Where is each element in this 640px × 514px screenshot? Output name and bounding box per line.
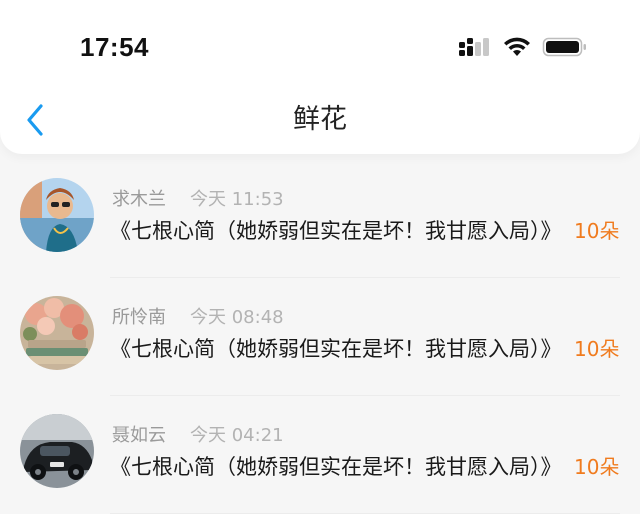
sender-name: 聂如云 — [112, 425, 166, 446]
header: 17:54 鲜花 — [0, 0, 640, 154]
wifi-icon — [504, 37, 530, 56]
status-time: 17:54 — [80, 32, 149, 62]
status-bar: 17:54 — [0, 0, 640, 94]
flower-count: 10朵 — [574, 337, 620, 361]
send-time: 今天 04:21 — [190, 425, 284, 446]
list-item[interactable]: 聂如云 今天 04:21 《七根心简（她娇弱但实在是坏！我甘愿入局）》 10朵 — [0, 396, 640, 514]
nav-bar: 鲜花 — [0, 94, 640, 154]
avatar[interactable] — [20, 296, 94, 370]
page-title: 鲜花 — [293, 104, 347, 135]
avatar[interactable] — [20, 414, 94, 488]
cellular-signal-icon — [459, 38, 489, 56]
message-text: 《七根心简（她娇弱但实在是坏！我甘愿入局）》 — [110, 219, 562, 243]
flower-count: 10朵 — [574, 219, 620, 243]
sender-name: 求木兰 — [112, 189, 166, 210]
list-item[interactable]: 求木兰 今天 11:53 《七根心简（她娇弱但实在是坏！我甘愿入局）》 10朵 — [0, 160, 640, 278]
flower-count: 10朵 — [574, 455, 620, 479]
message-text: 《七根心简（她娇弱但实在是坏！我甘愿入局）》 — [110, 337, 562, 361]
battery-icon — [542, 37, 586, 57]
avatar-photo-woman — [20, 178, 94, 252]
avatar-photo-car — [20, 414, 94, 488]
send-time: 今天 11:53 — [190, 189, 284, 210]
message-text: 《七根心简（她娇弱但实在是坏！我甘愿入局）》 — [110, 455, 562, 479]
avatar[interactable] — [20, 178, 94, 252]
list-item[interactable]: 所怜南 今天 08:48 《七根心简（她娇弱但实在是坏！我甘愿入局）》 10朵 — [0, 278, 640, 396]
send-time: 今天 08:48 — [190, 307, 284, 328]
sender-name: 所怜南 — [112, 307, 166, 328]
avatar-photo-flowers — [20, 296, 94, 370]
